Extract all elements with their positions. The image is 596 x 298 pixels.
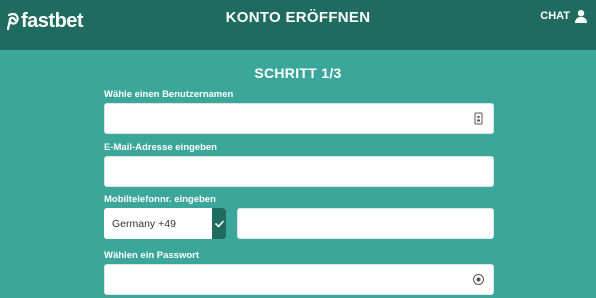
- username-field-wrapper: [104, 103, 494, 134]
- user-icon: [575, 10, 587, 23]
- chat-label: CHAT: [540, 10, 570, 22]
- phone-input[interactable]: [238, 209, 493, 238]
- password-field-wrapper: [104, 264, 494, 295]
- email-label: E-Mail-Adresse eingeben: [104, 142, 217, 153]
- country-code-value: Germany +49: [112, 217, 176, 230]
- email-field-wrapper: [104, 156, 494, 187]
- check-icon: [212, 208, 226, 239]
- email-input[interactable]: [105, 157, 493, 186]
- country-code-select[interactable]: Germany +49: [104, 208, 226, 239]
- page-title: KONTO ERÖFFNEN: [225, 9, 371, 26]
- top-bar: fastbet KONTO ERÖFFNEN CHAT: [0, 0, 596, 50]
- contact-card-icon: [474, 112, 483, 125]
- password-input[interactable]: [105, 265, 493, 294]
- eye-icon[interactable]: [472, 273, 485, 286]
- username-label: Wähle einen Benutzernamen: [104, 89, 234, 100]
- mobile-label: Mobiltelefonnr. eingeben: [104, 194, 216, 205]
- phone-field-wrapper: [237, 208, 494, 239]
- username-input[interactable]: [105, 104, 493, 133]
- password-label: Wählen ein Passwort: [104, 250, 200, 261]
- chat-button[interactable]: CHAT: [540, 9, 588, 23]
- step-title: SCHRITT 1/3: [254, 65, 342, 81]
